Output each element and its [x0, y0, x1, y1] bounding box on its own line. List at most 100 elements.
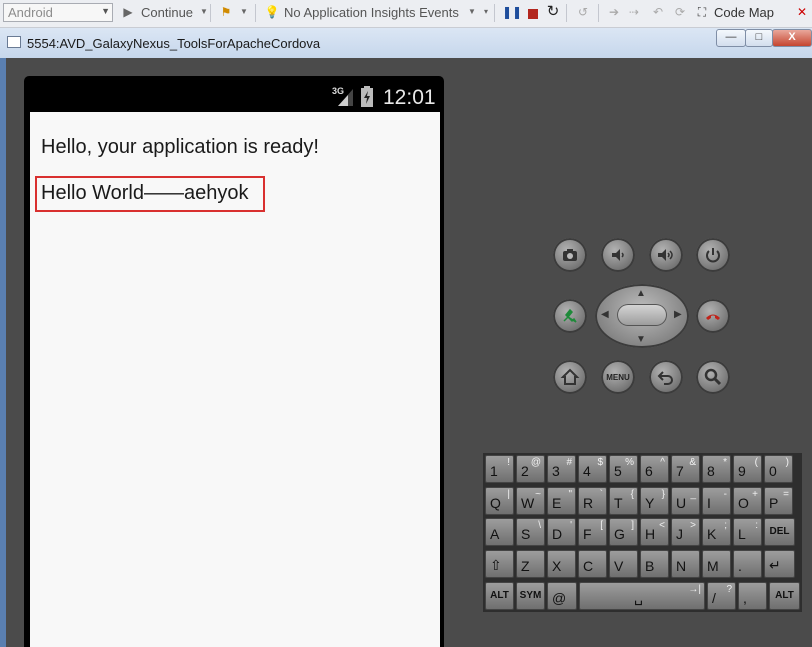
- step-over-icon[interactable]: ⇢: [626, 4, 642, 20]
- keyboard-key[interactable]: W ~: [516, 486, 545, 515]
- keyboard-key[interactable]: R `: [578, 486, 607, 515]
- keyboard-key[interactable]: M: [702, 549, 731, 578]
- keyboard-key[interactable]: 8 *: [702, 455, 731, 483]
- camera-button[interactable]: [553, 238, 587, 272]
- pause-icon[interactable]: ❚❚: [502, 4, 522, 20]
- minimize-button[interactable]: —: [716, 29, 746, 47]
- volume-up-button[interactable]: [649, 238, 683, 272]
- dpad-right-icon[interactable]: ▶: [674, 309, 682, 320]
- keyboard-key[interactable]: G]: [609, 518, 638, 546]
- power-button[interactable]: [696, 238, 730, 272]
- step-into-icon[interactable]: ➔: [606, 4, 622, 20]
- toolbar-separator: [566, 4, 567, 22]
- keyboard-key[interactable]: N: [671, 549, 700, 578]
- maximize-button[interactable]: □: [745, 29, 773, 47]
- end-call-button[interactable]: [696, 299, 730, 333]
- keyboard-key[interactable]: 4 $: [578, 455, 607, 483]
- end-call-icon: [706, 314, 720, 320]
- keyboard-key[interactable]: 7 &: [671, 455, 700, 483]
- close-button[interactable]: X: [772, 29, 812, 47]
- keyboard-key[interactable]: 5%: [609, 455, 638, 483]
- key-main-label: U: [676, 494, 687, 511]
- search-button[interactable]: [696, 360, 730, 394]
- keyboard-key[interactable]: DEL: [764, 518, 795, 546]
- slash-key[interactable]: /?: [707, 582, 736, 610]
- keyboard-key[interactable]: 9(: [733, 455, 762, 483]
- volume-down-button[interactable]: [601, 238, 635, 272]
- key-symbol-label: }: [661, 488, 665, 500]
- keyboard-key[interactable]: J >: [671, 518, 700, 546]
- keyboard-key[interactable]: S \: [516, 518, 545, 546]
- keyboard-key[interactable]: ↵: [764, 549, 795, 578]
- keyboard-key[interactable]: U _: [671, 486, 700, 515]
- insights-icon[interactable]: 💡: [264, 4, 280, 20]
- back-button[interactable]: [649, 360, 683, 394]
- volume-up-icon: [658, 249, 673, 261]
- key-symbol-label: >: [690, 520, 696, 531]
- keyboard-key[interactable]: 2 @: [516, 455, 545, 483]
- insights-button[interactable]: No Application Insights Events: [284, 5, 459, 20]
- keyboard-key[interactable]: 6 ^: [640, 455, 669, 483]
- keyboard-key[interactable]: 0): [764, 455, 793, 483]
- key-main-label: L: [738, 526, 746, 542]
- key-symbol-label: (: [754, 457, 758, 468]
- refresh-icon[interactable]: ⟳: [672, 4, 688, 20]
- key-symbol-label: !: [507, 457, 510, 468]
- breakpoint-icon[interactable]: ✕: [794, 4, 810, 20]
- continue-play-icon[interactable]: ▶: [120, 4, 136, 20]
- keyboard-key[interactable]: 3 #: [547, 455, 576, 483]
- keyboard-key[interactable]: Y}: [640, 486, 669, 515]
- restart-icon[interactable]: ↻: [545, 4, 561, 20]
- keyboard-key[interactable]: B: [640, 549, 669, 578]
- at-key[interactable]: @: [547, 582, 577, 610]
- keyboard-key[interactable]: V: [609, 549, 638, 578]
- key-main-label: 2: [521, 463, 529, 479]
- keyboard-key[interactable]: C: [578, 549, 607, 578]
- show-next-statement-icon[interactable]: ↺: [575, 4, 591, 20]
- code-map-icon[interactable]: ⛶: [694, 4, 710, 20]
- keyboard-key[interactable]: I-: [702, 486, 731, 515]
- keyboard-key[interactable]: T{: [609, 486, 638, 515]
- menu-button[interactable]: MENU: [601, 360, 635, 394]
- keyboard-key[interactable]: ⇧: [485, 549, 514, 578]
- stop-icon[interactable]: [528, 9, 538, 19]
- keyboard-key[interactable]: F[: [578, 518, 607, 546]
- key-symbol-label: ]: [631, 520, 634, 531]
- dpad-down-icon[interactable]: ▼: [636, 334, 646, 345]
- key-main-label: DEL: [769, 526, 790, 537]
- step-out-icon[interactable]: ↶: [650, 4, 666, 20]
- call-button[interactable]: [553, 299, 587, 333]
- alt-key[interactable]: ALT: [485, 582, 514, 610]
- keyboard-key[interactable]: O +: [733, 486, 762, 515]
- key-symbol-label: ^: [660, 457, 665, 468]
- keyboard-key[interactable]: L:: [733, 518, 762, 546]
- attach-process-icon[interactable]: ⚑: [218, 4, 234, 20]
- volume-down-icon: [612, 249, 624, 261]
- key-symbol-label: \: [538, 520, 541, 531]
- keyboard-key[interactable]: H <: [640, 518, 669, 546]
- sym-key[interactable]: SYM: [516, 582, 545, 610]
- continue-button[interactable]: Continue: [141, 5, 193, 20]
- code-map-button[interactable]: Code Map: [714, 5, 774, 20]
- keyboard-key[interactable]: P =: [764, 486, 793, 515]
- dpad-center-button[interactable]: [617, 304, 667, 326]
- home-button[interactable]: [553, 360, 587, 394]
- keyboard-key[interactable]: Z: [516, 549, 545, 578]
- space-key[interactable]: ␣ →|: [579, 582, 705, 610]
- attach-dropdown-icon[interactable]: ▼: [236, 4, 252, 20]
- keyboard-key[interactable]: .: [733, 549, 762, 578]
- keyboard-key[interactable]: E ": [547, 486, 576, 515]
- keyboard-key[interactable]: Q |: [485, 486, 514, 515]
- keyboard-key[interactable]: K;: [702, 518, 731, 546]
- dpad-up-icon[interactable]: ▲: [636, 288, 646, 299]
- comma-key[interactable]: ,: [738, 582, 767, 610]
- keyboard-key[interactable]: 1!: [485, 455, 514, 483]
- keyboard-key[interactable]: X: [547, 549, 576, 578]
- dpad-left-icon[interactable]: ◀: [601, 309, 609, 320]
- platform-dropdown[interactable]: Android ▼: [3, 3, 113, 22]
- keyboard-key[interactable]: A: [485, 518, 514, 546]
- overflow-icon[interactable]: ▾: [478, 4, 494, 20]
- chevron-down-icon: ▼: [101, 6, 110, 16]
- alt-right-key[interactable]: ALT: [769, 582, 800, 610]
- keyboard-key[interactable]: D ': [547, 518, 576, 546]
